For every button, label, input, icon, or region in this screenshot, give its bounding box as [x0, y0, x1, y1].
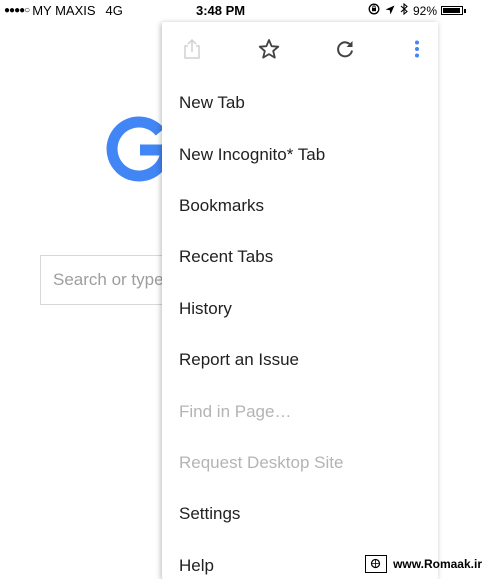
watermark-logo-icon [365, 555, 388, 573]
status-bar: ●●●●○ MY MAXIS 4G 3:48 PM 92% [0, 0, 490, 22]
menu-item-find-in-page: Find in Page… [179, 402, 292, 421]
overflow-menu: New Tab New Incognito* Tab Bookmarks Rec… [162, 22, 438, 579]
reload-button[interactable] [332, 38, 358, 64]
watermark: www.Romaak.ir [365, 555, 482, 573]
menu-item-new-incognito-tab[interactable]: New Incognito* Tab [179, 145, 325, 165]
bookmark-button[interactable] [256, 38, 282, 64]
location-arrow-icon [385, 4, 395, 18]
status-time: 3:48 PM [196, 3, 246, 18]
bluetooth-icon [400, 2, 408, 18]
menu-item-settings[interactable]: Settings [179, 504, 240, 524]
more-vert-icon [414, 40, 420, 63]
battery-percent: 92% [412, 3, 437, 18]
rotation-lock-icon [368, 3, 380, 18]
share-button[interactable] [179, 38, 205, 64]
watermark-text: www.Romaak.ir [393, 557, 482, 571]
status-right: 92% [368, 2, 466, 18]
network-type: 4G [105, 3, 123, 18]
menu-toolbar [162, 22, 438, 80]
signal-strength-icon: ●●●●○ [4, 5, 30, 16]
menu-item-help[interactable]: Help [179, 556, 214, 576]
battery-level [443, 8, 460, 13]
menu-item-report-issue[interactable]: Report an Issue [179, 350, 299, 370]
more-options-button[interactable] [404, 38, 430, 64]
menu-item-recent-tabs[interactable]: Recent Tabs [179, 247, 273, 267]
share-icon [183, 38, 201, 64]
reload-icon [335, 39, 355, 64]
battery-icon [441, 6, 463, 15]
menu-item-history[interactable]: History [179, 299, 232, 319]
menu-item-bookmarks[interactable]: Bookmarks [179, 196, 264, 216]
menu-item-new-tab[interactable]: New Tab [179, 93, 245, 113]
battery-tip [464, 8, 466, 13]
star-icon [258, 38, 280, 65]
status-left: ●●●●○ MY MAXIS 4G [4, 3, 123, 18]
menu-item-request-desktop-site: Request Desktop Site [179, 453, 344, 472]
carrier-name: MY MAXIS [32, 3, 96, 18]
